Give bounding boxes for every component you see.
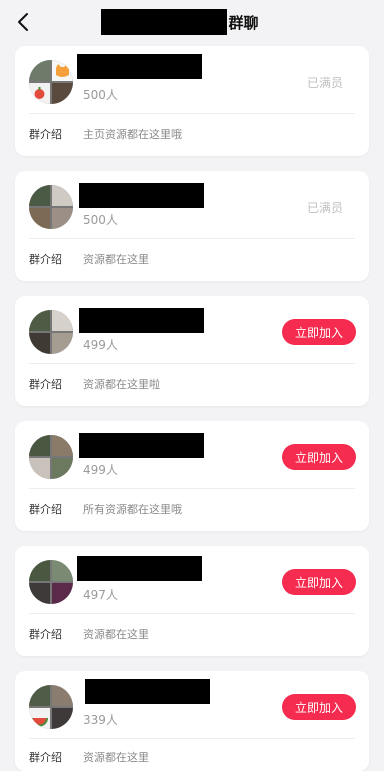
group-card[interactable]: 499人 立即加入 群介绍 资源都在这里啦 (15, 296, 369, 406)
divider (29, 113, 355, 114)
redacted-group-name (77, 556, 202, 581)
group-avatar (29, 560, 73, 604)
intro-text: 所有资源都在这里哦 (83, 503, 182, 516)
group-avatar (29, 685, 73, 729)
join-button[interactable]: 立即加入 (282, 444, 356, 470)
intro-text: 资源都在这里啦 (83, 378, 160, 391)
member-count: 499人 (83, 338, 118, 352)
member-count: 500人 (83, 213, 118, 227)
redacted-group-name (77, 54, 202, 79)
member-count: 497人 (83, 588, 118, 602)
group-card[interactable]: 500人 已满员 群介绍 主页资源都在这里哦 (15, 46, 369, 156)
group-card[interactable]: 499人 立即加入 群介绍 所有资源都在这里哦 (15, 421, 369, 531)
redacted-title-block (101, 9, 228, 35)
intro-label: 群介绍 (29, 378, 62, 391)
status-full-label: 已满员 (306, 76, 343, 90)
join-button[interactable]: 立即加入 (282, 569, 356, 595)
group-avatar (29, 310, 73, 354)
top-bar: 群聊 (0, 0, 384, 44)
divider (29, 488, 355, 489)
intro-text: 主页资源都在这里哦 (83, 128, 182, 141)
member-count: 499人 (83, 463, 118, 477)
divider (29, 613, 355, 614)
redacted-group-name (79, 433, 204, 458)
divider (29, 738, 355, 739)
group-card[interactable]: 500人 已满员 群介绍 资源都在这里 (15, 171, 369, 281)
intro-text: 资源都在这里 (83, 628, 149, 641)
intro-label: 群介绍 (29, 128, 62, 141)
group-avatar (29, 435, 73, 479)
divider (29, 238, 355, 239)
intro-label: 群介绍 (29, 253, 62, 266)
group-card[interactable]: 497人 立即加入 群介绍 资源都在这里 (15, 546, 369, 656)
group-avatar (29, 185, 73, 229)
join-button[interactable]: 立即加入 (282, 694, 356, 720)
page-title: 群聊 (0, 0, 384, 44)
join-button[interactable]: 立即加入 (282, 319, 356, 345)
divider (29, 363, 355, 364)
redacted-group-name (85, 679, 210, 704)
redacted-group-name (79, 308, 204, 333)
group-avatar (29, 60, 73, 104)
title-suffix: 群聊 (228, 13, 259, 32)
group-card[interactable]: 339人 立即加入 群介绍 资源都在这里 (15, 671, 369, 771)
intro-label: 群介绍 (29, 503, 62, 516)
redacted-group-name (79, 183, 204, 208)
member-count: 500人 (83, 88, 118, 102)
member-count: 339人 (83, 713, 118, 727)
intro-label: 群介绍 (29, 628, 62, 641)
status-full-label: 已满员 (306, 201, 343, 215)
intro-text: 资源都在这里 (83, 253, 149, 266)
